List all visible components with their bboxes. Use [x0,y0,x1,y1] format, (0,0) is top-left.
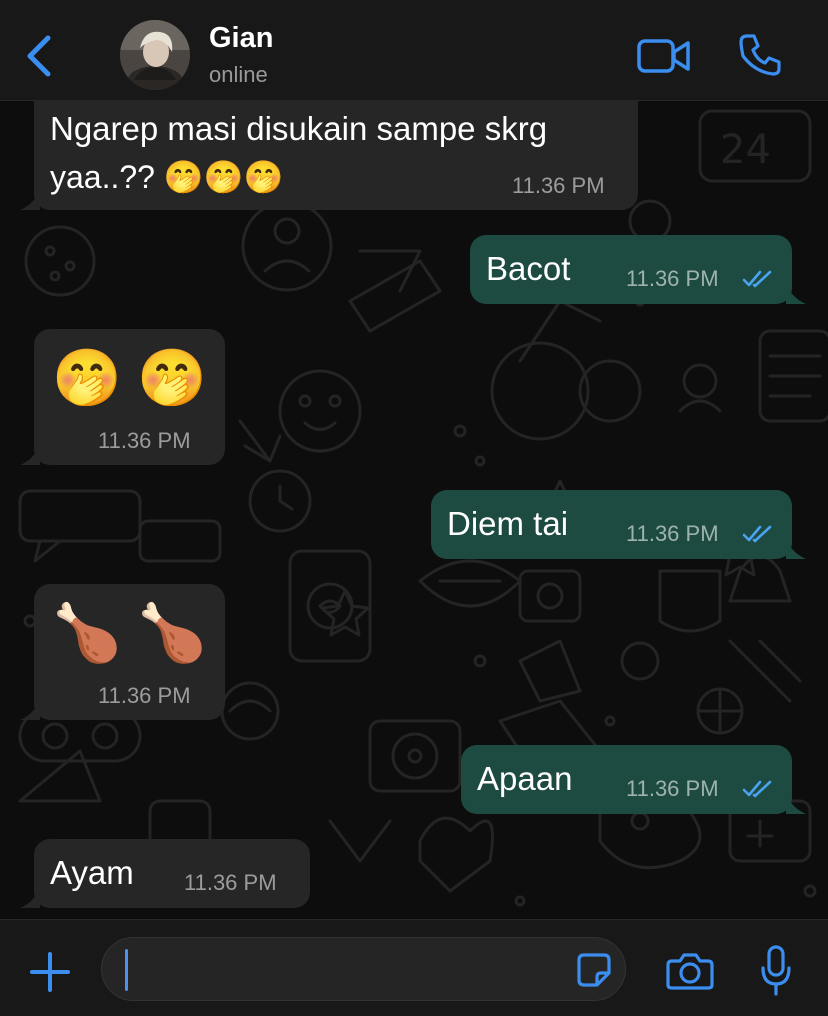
attach-button[interactable] [29,951,71,993]
avatar-image [120,20,190,90]
sticker-icon [577,953,611,987]
back-button[interactable] [22,32,58,80]
message-emoji: 🤭 🤭 [52,346,208,409]
bubble-tail [786,539,806,559]
message-text: Diem tai [447,505,569,542]
voice-call-button[interactable] [737,32,783,78]
message-bubble-incoming[interactable]: 🍗 🍗 11.36 PM [20,584,225,720]
phone-icon [739,34,781,76]
message-bubble-outgoing[interactable]: Diem tai 11.36 PM [431,490,806,559]
contact-avatar[interactable] [120,20,190,90]
message-text: Apaan [477,760,573,797]
message-time: 11.36 PM [184,870,277,895]
message-text: Bacot [486,250,571,287]
plus-icon [30,952,70,992]
message-list[interactable]: 24 Ngarep masi disukain sampe skrg yaa..… [0,101,828,919]
message-emoji: 🍗 🍗 [52,601,208,664]
bubble-tail [20,445,40,465]
message-input-field[interactable] [101,937,626,1001]
read-receipt-icon [742,780,772,798]
voice-message-button[interactable] [760,944,792,998]
message-text: Ngarep masi disukain sampe skrg [50,110,548,147]
message-bubble-incoming[interactable]: Ayam 11.36 PM [20,839,310,908]
read-receipt-icon [742,525,772,543]
composer-bar [0,919,828,1016]
message-time: 11.36 PM [626,521,719,546]
chat-header: Gian online [0,0,828,101]
video-camera-icon [637,39,690,73]
message-bubble-outgoing[interactable]: Bacot 11.36 PM [470,235,806,304]
svg-text:24: 24 [720,127,771,173]
message-time: 11.36 PM [626,266,719,291]
sticker-button[interactable] [576,952,612,988]
message-input[interactable] [124,948,548,992]
bubble-tail [20,700,40,720]
bubble-tail [20,888,40,908]
message-bubble-outgoing[interactable]: Apaan 11.36 PM [461,745,806,814]
message-bubble-incoming[interactable]: Ngarep masi disukain sampe skrg yaa..?? … [20,101,638,210]
message-bubble-incoming[interactable]: 🤭 🤭 11.36 PM [20,329,225,465]
chevron-left-icon [27,35,51,77]
message-time: 11.36 PM [98,683,191,708]
text-cursor [125,949,128,991]
video-call-button[interactable] [636,36,692,76]
bubble-tail [786,284,806,304]
camera-icon [666,953,714,990]
chat-screen: Gian online 24 Ngarep masi disukain samp… [0,0,828,1016]
contact-name[interactable]: Gian [209,22,273,55]
message-text: Ayam [50,854,134,891]
bubble-tail [786,794,806,814]
microphone-icon [761,945,791,996]
message-time: 11.36 PM [98,428,191,453]
message-text: yaa..?? 🤭🤭🤭 [50,159,284,195]
read-receipt-icon [742,270,772,288]
camera-button[interactable] [666,951,714,991]
bubble-tail [20,190,40,210]
contact-status: online [209,62,268,87]
message-time: 11.36 PM [626,776,719,801]
message-time: 11.36 PM [512,173,605,198]
